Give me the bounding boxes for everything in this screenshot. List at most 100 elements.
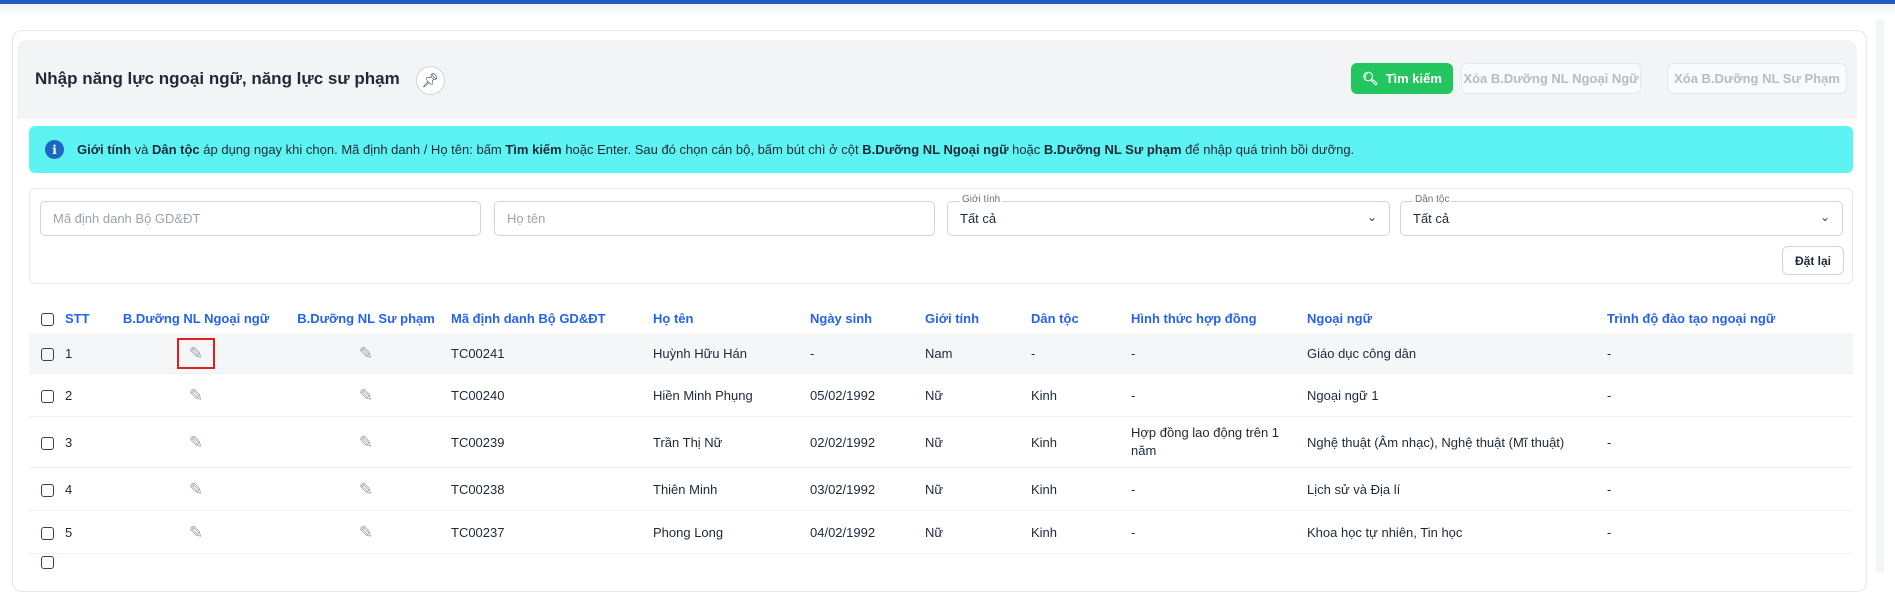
gender-select-value: Tất cả	[960, 211, 997, 226]
full-name-cell: Huỳnh Hữu Hán	[653, 333, 810, 374]
full-name-cell: Phong Long	[653, 510, 810, 554]
row-checkbox[interactable]	[40, 389, 54, 403]
stt-cell: 2	[65, 373, 111, 417]
birth-date-cell: 04/02/1992	[810, 510, 925, 554]
gender-cell: Nữ	[925, 510, 1031, 554]
column-header[interactable]: STT	[65, 303, 111, 333]
gender-select-label: Giới tính	[960, 194, 1003, 205]
table-row[interactable]: 2 ✎ ✎ TC00240 Hiền Minh Phụng 05/02/1992…	[29, 373, 1853, 417]
select-all-checkbox[interactable]	[40, 312, 54, 326]
column-header[interactable]: Giới tính	[925, 303, 1031, 333]
column-header[interactable]: B.Dưỡng NL Sư phạm	[281, 303, 451, 333]
edit-foreign-language-pencil-icon[interactable]: ✎	[189, 481, 203, 498]
page-scrollbar[interactable]	[1876, 20, 1884, 573]
ethnicity-cell: -	[1031, 333, 1131, 374]
contract-type-cell: -	[1131, 510, 1307, 554]
staff-id-cell: TC00240	[451, 373, 653, 417]
highlight-box: ✎	[176, 337, 216, 369]
row-checkbox[interactable]	[40, 526, 54, 540]
table-row[interactable]: 5 ✎ ✎ TC00237 Phong Long 04/02/1992 Nữ K…	[29, 510, 1853, 554]
language-level-cell: -	[1607, 333, 1853, 374]
column-header[interactable]: Trình độ đào tạo ngoại ngữ	[1607, 303, 1853, 333]
clear-foreign-language-button[interactable]: Xóa B.Dưỡng NL Ngoại Ngữ	[1461, 63, 1641, 94]
birth-date-cell: 02/02/1992	[810, 416, 925, 468]
contract-type-cell: Hợp đồng lao động trên 1 năm	[1131, 416, 1307, 468]
row-checkbox[interactable]	[40, 483, 54, 497]
column-header[interactable]: B.Dưỡng NL Ngoại ngữ	[111, 303, 281, 333]
table-row[interactable]: 3 ✎ ✎ TC00239 Trần Thị Nữ 02/02/1992 Nữ …	[29, 416, 1853, 468]
edit-foreign-language-pencil-icon[interactable]: ✎	[189, 434, 203, 451]
contract-type-cell: -	[1131, 467, 1307, 511]
gender-cell: Nam	[925, 333, 1031, 374]
edit-foreign-language-pencil-icon[interactable]: ✎	[189, 387, 203, 404]
ethnicity-cell: Kinh	[1031, 510, 1131, 554]
column-header[interactable]: Hình thức hợp đồng	[1131, 303, 1307, 333]
full-name-input[interactable]	[494, 201, 935, 236]
edit-pedagogy-pencil-icon[interactable]: ✎	[359, 387, 373, 404]
search-icon: 🔍︎	[1362, 70, 1379, 86]
language-level-cell: -	[1607, 510, 1853, 554]
pin-icon: 📌︎	[421, 72, 440, 88]
staff-id-input[interactable]	[40, 201, 481, 236]
table-row-partial	[29, 554, 1853, 570]
info-text: Giới tính và Dân tộc áp dụng ngay khi ch…	[77, 142, 1355, 157]
foreign-language-cell: Lịch sử và Địa lí	[1307, 467, 1607, 511]
ethnicity-select[interactable]: Dân tộc Tất cả ⌄	[1400, 194, 1843, 236]
staff-table: STT B.Dưỡng NL Ngoại ngữ B.Dưỡng NL Sư p…	[29, 303, 1853, 570]
full-name-cell: Trần Thị Nữ	[653, 416, 810, 468]
edit-pedagogy-pencil-icon[interactable]: ✎	[359, 345, 373, 362]
staff-id-cell: TC00237	[451, 510, 653, 554]
edit-foreign-language-pencil-icon[interactable]: ✎	[189, 524, 203, 541]
chevron-down-icon: ⌄	[1819, 210, 1830, 224]
language-level-cell: -	[1607, 373, 1853, 417]
reset-button[interactable]: Đặt lại	[1782, 246, 1844, 275]
page-title: Nhập năng lực ngoại ngữ, năng lực sư phạ…	[35, 69, 400, 88]
edit-foreign-language-pencil-icon[interactable]: ✎	[189, 345, 203, 362]
edit-pedagogy-pencil-icon[interactable]: ✎	[359, 481, 373, 498]
birth-date-cell: 05/02/1992	[810, 373, 925, 417]
table-row[interactable]: 1 ✎ ✎ TC00241 Huỳnh Hữu Hán - Nam - - Gi…	[29, 333, 1853, 374]
row-checkbox[interactable]	[40, 347, 54, 361]
row-checkbox[interactable]	[40, 436, 54, 450]
ethnicity-select-value: Tất cả	[1413, 211, 1450, 226]
stt-cell: 5	[65, 510, 111, 554]
birth-date-cell: 03/02/1992	[810, 467, 925, 511]
ethnicity-cell: Kinh	[1031, 373, 1131, 417]
pin-button[interactable]: 📌︎	[416, 66, 445, 95]
stt-cell: 4	[65, 467, 111, 511]
search-button-label: Tìm kiếm	[1385, 71, 1442, 86]
column-header[interactable]: Dân tộc	[1031, 303, 1131, 333]
ethnicity-cell: Kinh	[1031, 467, 1131, 511]
staff-id-cell: TC00238	[451, 467, 653, 511]
clear-pedagogy-button[interactable]: Xóa B.Dưỡng NL Sư Phạm	[1667, 63, 1847, 94]
edit-pedagogy-pencil-icon[interactable]: ✎	[359, 524, 373, 541]
stt-cell: 1	[65, 333, 111, 374]
table-row[interactable]: 4 ✎ ✎ TC00238 Thiên Minh 03/02/1992 Nữ K…	[29, 467, 1853, 511]
edit-pedagogy-pencil-icon[interactable]: ✎	[359, 434, 373, 451]
foreign-language-cell: Nghệ thuật (Âm nhạc), Nghệ thuật (Mĩ thu…	[1307, 416, 1607, 468]
column-header[interactable]: Họ tên	[653, 303, 810, 333]
column-header[interactable]: Ngoại ngữ	[1307, 303, 1607, 333]
foreign-language-cell: Ngoại ngữ 1	[1307, 373, 1607, 417]
row-checkbox[interactable]	[40, 556, 54, 570]
language-level-cell: -	[1607, 416, 1853, 468]
gender-select[interactable]: Giới tính Tất cả ⌄	[947, 194, 1390, 236]
staff-id-cell: TC00241	[451, 333, 653, 374]
chevron-down-icon: ⌄	[1366, 210, 1377, 224]
foreign-language-cell: Giáo dục công dân	[1307, 333, 1607, 374]
top-shadow	[0, 4, 1895, 18]
info-icon: i	[45, 140, 64, 159]
birth-date-cell: -	[810, 333, 925, 374]
gender-cell: Nữ	[925, 467, 1031, 511]
gender-cell: Nữ	[925, 373, 1031, 417]
ethnicity-cell: Kinh	[1031, 416, 1131, 468]
language-level-cell: -	[1607, 467, 1853, 511]
column-header[interactable]: Mã định danh Bộ GD&ĐT	[451, 303, 653, 333]
full-name-cell: Hiền Minh Phụng	[653, 373, 810, 417]
contract-type-cell: -	[1131, 333, 1307, 374]
stt-cell: 3	[65, 416, 111, 468]
column-header[interactable]: Ngày sinh	[810, 303, 925, 333]
foreign-language-cell: Khoa học tự nhiên, Tin học	[1307, 510, 1607, 554]
contract-type-cell: -	[1131, 373, 1307, 417]
search-button[interactable]: 🔍︎ Tìm kiếm	[1351, 63, 1453, 94]
